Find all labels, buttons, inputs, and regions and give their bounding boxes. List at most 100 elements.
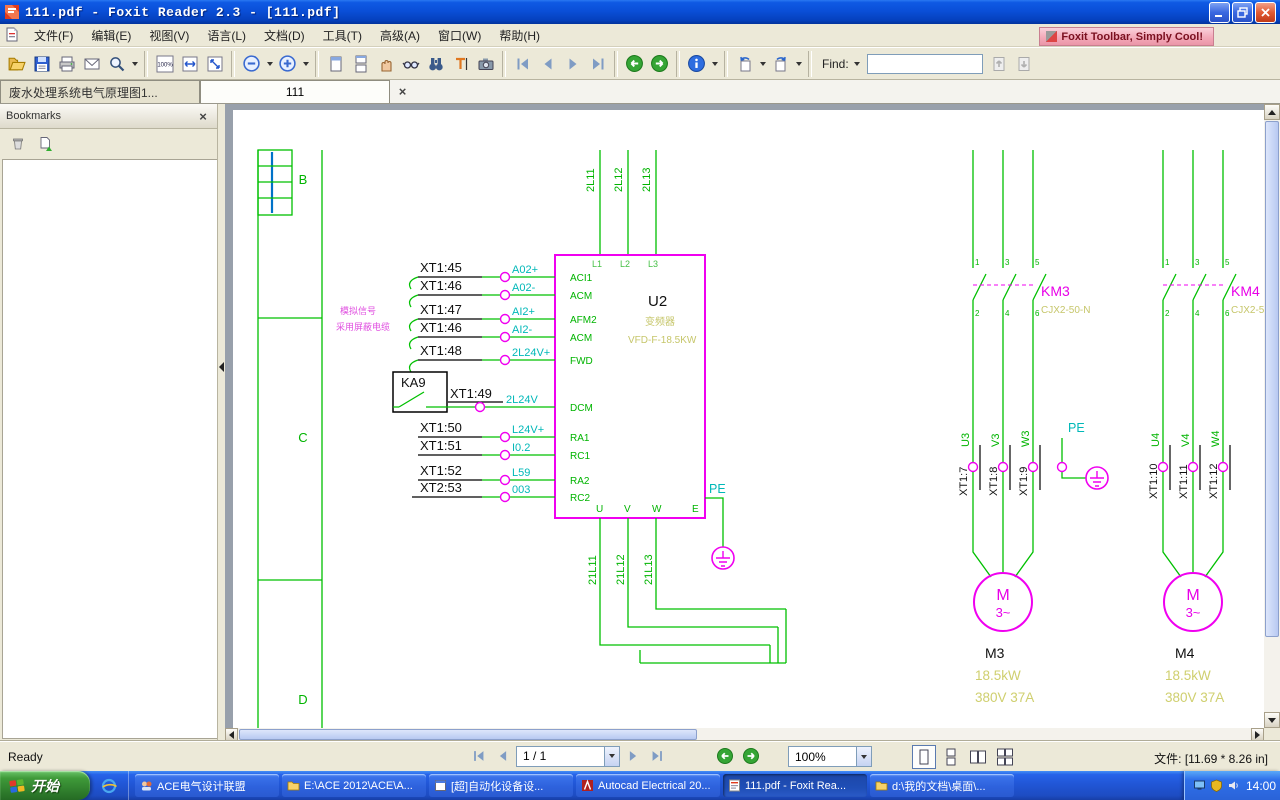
open-button[interactable] (4, 51, 29, 77)
bookmarks-list[interactable] (2, 159, 217, 739)
info-caret[interactable] (709, 51, 720, 77)
zoom-tool-caret[interactable] (129, 51, 140, 77)
fit-page-button[interactable] (202, 51, 227, 77)
find-previous-button[interactable] (987, 51, 1012, 77)
layout-continuous-facing-button[interactable] (993, 745, 1017, 769)
menu-help[interactable]: 帮助(H) (490, 24, 549, 47)
tab-doc-1[interactable]: 废水处理系统电气原理图1... (0, 80, 200, 103)
minimize-button[interactable] (1209, 2, 1230, 23)
page-combo-caret[interactable] (604, 747, 619, 766)
close-bookmarks-button[interactable]: × (195, 109, 211, 124)
rotate-left-button[interactable] (732, 51, 757, 77)
taskbar-item-foxit[interactable]: 111.pdf - Foxit Rea... (723, 774, 867, 797)
zoom-combo-caret[interactable] (856, 747, 871, 766)
first-page-button[interactable] (510, 51, 535, 77)
taskbar-item-ace[interactable]: ACE电气设计联盟 (135, 774, 279, 797)
start-button[interactable]: 开始 (0, 771, 90, 800)
ie-icon[interactable] (101, 778, 117, 794)
go-forward-button[interactable] (647, 51, 672, 77)
nav-first-page-button[interactable] (468, 745, 490, 767)
taskbar-item-documents[interactable]: d:\我的文档\桌面\... (870, 774, 1014, 797)
loupe-glasses-button[interactable] (398, 51, 423, 77)
triangle-down-icon (1268, 718, 1276, 723)
menu-tools[interactable]: 工具(T) (314, 24, 371, 47)
taskbar-item-explorer-e[interactable]: E:\ACE 2012\ACE\A... (282, 774, 426, 797)
contactor-model: CJX2-5 (1231, 305, 1264, 316)
scroll-right-button[interactable] (1251, 728, 1264, 741)
nav-back-button[interactable] (714, 745, 736, 767)
document-view[interactable]: B C D 2L11 2L12 2L13 L1 L2 L3 U2 (225, 104, 1280, 741)
taskbar-clock[interactable]: 14:00 (1246, 779, 1276, 793)
taskbar-item-browser[interactable]: [超]自动化设备设... (429, 774, 573, 797)
go-back-button[interactable] (622, 51, 647, 77)
menu-document[interactable]: 文档(D) (255, 24, 314, 47)
tab-doc-2[interactable]: 111 (200, 80, 390, 103)
layout-facing-button[interactable] (966, 745, 990, 769)
scroll-up-button[interactable] (1264, 104, 1280, 120)
layout-continuous-button[interactable] (939, 745, 963, 769)
last-page-button[interactable] (585, 51, 610, 77)
zoom-in-caret[interactable] (300, 51, 311, 77)
page-number-combo[interactable]: 1 / 1 (516, 746, 620, 767)
fit-width-button[interactable] (177, 51, 202, 77)
zoom-combo[interactable]: 100% (788, 746, 872, 767)
menu-file[interactable]: 文件(F) (25, 24, 82, 47)
tray-volume-icon[interactable] (1227, 779, 1240, 792)
horizontal-scrollbar[interactable] (225, 728, 1264, 741)
find-next-button[interactable] (1012, 51, 1037, 77)
zoom-out-caret[interactable] (264, 51, 275, 77)
menu-window[interactable]: 窗口(W) (429, 24, 490, 47)
nav-next-page-button[interactable] (622, 745, 644, 767)
export-bookmarks-button[interactable] (36, 134, 56, 154)
rotate-right-button[interactable] (768, 51, 793, 77)
menu-view[interactable]: 视图(V) (140, 24, 198, 47)
nav-forward-button[interactable] (740, 745, 762, 767)
start-label: 开始 (31, 776, 59, 796)
search-button[interactable] (423, 51, 448, 77)
pole-number: 1 (1165, 258, 1170, 267)
pe-label: PE (1068, 421, 1085, 435)
foxit-promo-banner[interactable]: Foxit Toolbar, Simply Cool! (1039, 27, 1214, 46)
continuous-page-button[interactable] (348, 51, 373, 77)
next-page-button[interactable] (560, 51, 585, 77)
menu-edit[interactable]: 编辑(E) (82, 24, 140, 47)
nav-last-page-button[interactable] (646, 745, 668, 767)
text-select-button[interactable] (448, 51, 473, 77)
snapshot-button[interactable] (473, 51, 498, 77)
zoom-tool-button[interactable] (104, 51, 129, 77)
scroll-left-button[interactable] (225, 728, 238, 741)
tab-close-icon[interactable]: × (394, 83, 411, 100)
menu-language[interactable]: 语言(L) (198, 24, 255, 47)
menu-advanced[interactable]: 高级(A) (371, 24, 429, 47)
delete-bookmark-button[interactable] (8, 134, 28, 154)
nav-prev-page-button[interactable] (492, 745, 514, 767)
find-options-caret[interactable] (852, 51, 863, 77)
back-icon (716, 747, 734, 765)
prev-page-button[interactable] (535, 51, 560, 77)
zoom-100-button[interactable]: 100% (152, 51, 177, 77)
hand-tool-button[interactable] (373, 51, 398, 77)
sidebar-splitter[interactable] (218, 104, 225, 741)
taskbar-item-autocad[interactable]: Autocad Electrical 20... (576, 774, 720, 797)
rotate-right-caret[interactable] (793, 51, 804, 77)
tray-shield-icon[interactable] (1210, 779, 1223, 792)
horizontal-scroll-thumb[interactable] (239, 729, 697, 740)
scroll-down-button[interactable] (1264, 712, 1280, 728)
email-button[interactable] (79, 51, 104, 77)
find-input[interactable] (867, 54, 983, 74)
vertical-scroll-thumb[interactable] (1265, 121, 1279, 637)
zoom-out-button[interactable] (239, 51, 264, 77)
vertical-scrollbar[interactable] (1264, 104, 1280, 728)
layout-single-button[interactable] (912, 745, 936, 769)
collapse-sidebar-icon[interactable] (219, 362, 224, 372)
print-button[interactable] (54, 51, 79, 77)
restore-button[interactable] (1232, 2, 1253, 23)
zoom-in-button[interactable] (275, 51, 300, 77)
info-button[interactable] (684, 51, 709, 77)
save-button[interactable] (29, 51, 54, 77)
close-button[interactable] (1255, 2, 1276, 23)
pdf-page-canvas[interactable]: B C D 2L11 2L12 2L13 L1 L2 L3 U2 (225, 104, 1264, 728)
single-page-button[interactable] (323, 51, 348, 77)
rotate-left-caret[interactable] (757, 51, 768, 77)
tray-display-icon[interactable] (1193, 779, 1206, 792)
